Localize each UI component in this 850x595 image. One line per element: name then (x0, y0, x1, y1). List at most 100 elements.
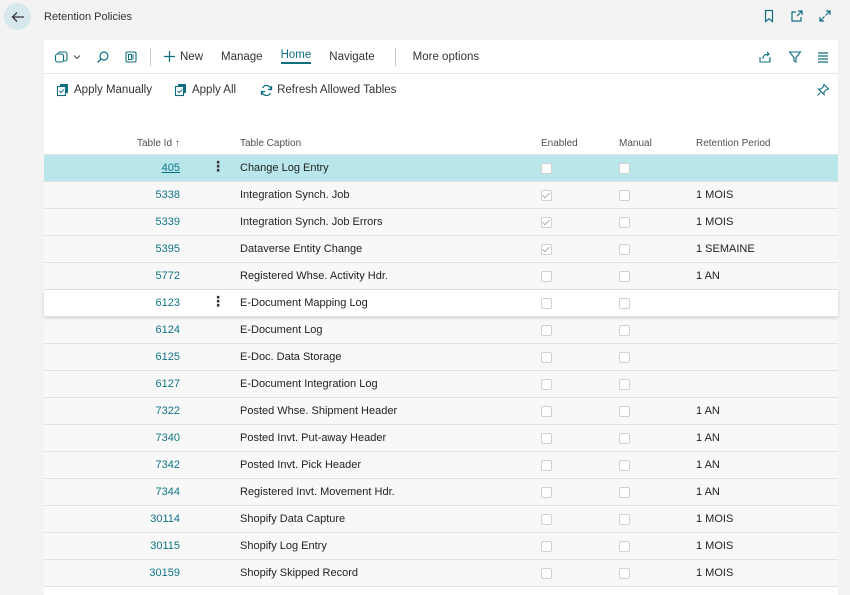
manual-checkbox[interactable] (619, 514, 630, 525)
manual-checkbox[interactable] (619, 379, 630, 390)
table-id-link[interactable]: 30115 (150, 540, 180, 552)
table-row[interactable]: 30115 Shopify Log Entry 1 MOIS (44, 533, 838, 560)
list-view-icon[interactable] (816, 50, 830, 64)
enabled-checkbox[interactable] (541, 244, 552, 255)
table-row[interactable]: 5338 Integration Synch. Job 1 MOIS (44, 182, 838, 209)
table-id-link[interactable]: 5772 (156, 270, 180, 282)
enabled-checkbox[interactable] (541, 406, 552, 417)
table-row[interactable]: 6124 E-Document Log (44, 317, 838, 344)
navigate-menu[interactable]: Navigate (329, 51, 374, 63)
manual-checkbox[interactable] (619, 433, 630, 444)
manual-checkbox[interactable] (619, 190, 630, 201)
table-id-link[interactable]: 6125 (156, 351, 180, 363)
edit-list-icon[interactable] (124, 50, 138, 64)
search-icon[interactable] (96, 50, 110, 64)
retention-period[interactable]: 1 AN (696, 405, 720, 417)
manual-checkbox[interactable] (619, 244, 630, 255)
enabled-checkbox[interactable] (541, 352, 552, 363)
table-row[interactable]: 30114 Shopify Data Capture 1 MOIS (44, 506, 838, 533)
retention-period[interactable]: 1 MOIS (696, 513, 733, 525)
table-row[interactable]: 7322 Posted Whse. Shipment Header 1 AN (44, 398, 838, 425)
manual-checkbox[interactable] (619, 298, 630, 309)
enabled-checkbox[interactable] (541, 298, 552, 309)
manual-checkbox[interactable] (619, 163, 630, 174)
table-id-link[interactable]: 405 (162, 162, 180, 174)
refresh-allowed-tables-button[interactable]: Refresh Allowed Tables (260, 84, 396, 97)
table-id-link[interactable]: 6127 (156, 378, 180, 390)
table-id-link[interactable]: 6123 (156, 297, 180, 309)
open-new-window-icon[interactable] (790, 9, 804, 23)
column-header-manual[interactable]: Manual (619, 138, 652, 149)
retention-period[interactable]: 1 AN (696, 459, 720, 471)
apply-all-button[interactable]: Apply All (174, 83, 236, 97)
table-id-link[interactable]: 7342 (156, 459, 180, 471)
bookmark-icon[interactable] (762, 9, 776, 23)
apply-manually-button[interactable]: Apply Manually (56, 83, 152, 97)
table-row[interactable]: 405 ⋮ Change Log Entry (44, 155, 838, 182)
table-id-link[interactable]: 30159 (149, 567, 180, 579)
share-icon[interactable] (758, 50, 772, 64)
column-header-enabled[interactable]: Enabled (541, 138, 578, 149)
manual-checkbox[interactable] (619, 271, 630, 282)
enabled-checkbox[interactable] (541, 190, 552, 201)
table-id-link[interactable]: 6124 (156, 324, 180, 336)
retention-period[interactable]: 1 MOIS (696, 216, 733, 228)
new-button[interactable]: New (163, 50, 203, 63)
enabled-checkbox[interactable] (541, 325, 552, 336)
table-id-link[interactable]: 5339 (156, 216, 180, 228)
manual-checkbox[interactable] (619, 325, 630, 336)
table-row[interactable]: 6127 E-Document Integration Log (44, 371, 838, 398)
enabled-checkbox[interactable] (541, 541, 552, 552)
manage-menu[interactable]: Manage (221, 51, 263, 63)
manual-checkbox[interactable] (619, 460, 630, 471)
retention-period[interactable]: 1 MOIS (696, 540, 733, 552)
enabled-checkbox[interactable] (541, 163, 552, 174)
manual-checkbox[interactable] (619, 568, 630, 579)
enabled-checkbox[interactable] (541, 271, 552, 282)
tab-home[interactable]: Home (280, 49, 312, 64)
enabled-checkbox[interactable] (541, 487, 552, 498)
table-row[interactable]: 30159 Shopify Skipped Record 1 MOIS (44, 560, 838, 587)
table-row[interactable]: 5395 Dataverse Entity Change 1 SEMAINE (44, 236, 838, 263)
table-id-link[interactable]: 7340 (156, 432, 180, 444)
manual-checkbox[interactable] (619, 352, 630, 363)
table-row[interactable]: 6123 ⋮ E-Document Mapping Log (44, 290, 838, 317)
table-id-link[interactable]: 7322 (156, 405, 180, 417)
column-header-retention-period[interactable]: Retention Period (696, 138, 771, 149)
retention-period[interactable]: 1 SEMAINE (696, 243, 755, 255)
enabled-checkbox[interactable] (541, 568, 552, 579)
page-actions-toggle[interactable] (54, 50, 82, 64)
enabled-checkbox[interactable] (541, 217, 552, 228)
manual-checkbox[interactable] (619, 487, 630, 498)
table-row[interactable]: 7340 Posted Invt. Put-away Header 1 AN (44, 425, 838, 452)
retention-period[interactable]: 1 AN (696, 270, 720, 282)
retention-period[interactable]: 1 AN (696, 432, 720, 444)
back-button[interactable] (4, 3, 31, 30)
column-header-table-id[interactable]: Table Id ↑ (137, 138, 180, 149)
enabled-checkbox[interactable] (541, 460, 552, 471)
manual-checkbox[interactable] (619, 541, 630, 552)
manual-checkbox[interactable] (619, 406, 630, 417)
retention-period[interactable]: 1 MOIS (696, 567, 733, 579)
enabled-checkbox[interactable] (541, 514, 552, 525)
table-id-link[interactable]: 7344 (156, 486, 180, 498)
row-actions-icon[interactable]: ⋮ (211, 158, 225, 175)
enabled-checkbox[interactable] (541, 379, 552, 390)
table-row[interactable]: 5772 Registered Whse. Activity Hdr. 1 AN (44, 263, 838, 290)
table-row[interactable]: 7342 Posted Invt. Pick Header 1 AN (44, 452, 838, 479)
table-row[interactable]: 7344 Registered Invt. Movement Hdr. 1 AN (44, 479, 838, 506)
more-options-button[interactable]: More options (413, 51, 479, 63)
retention-period[interactable]: 1 AN (696, 486, 720, 498)
table-id-link[interactable]: 30114 (150, 513, 180, 525)
table-id-link[interactable]: 5395 (156, 243, 180, 255)
pin-icon[interactable] (816, 83, 830, 97)
expand-icon[interactable] (818, 9, 832, 23)
table-row[interactable]: 5339 Integration Synch. Job Errors 1 MOIS (44, 209, 838, 236)
column-header-table-caption[interactable]: Table Caption (240, 138, 301, 149)
manual-checkbox[interactable] (619, 217, 630, 228)
table-id-link[interactable]: 5338 (156, 189, 180, 201)
filter-icon[interactable] (788, 50, 802, 64)
enabled-checkbox[interactable] (541, 433, 552, 444)
row-actions-icon[interactable]: ⋮ (211, 293, 225, 310)
retention-period[interactable]: 1 MOIS (696, 189, 733, 201)
